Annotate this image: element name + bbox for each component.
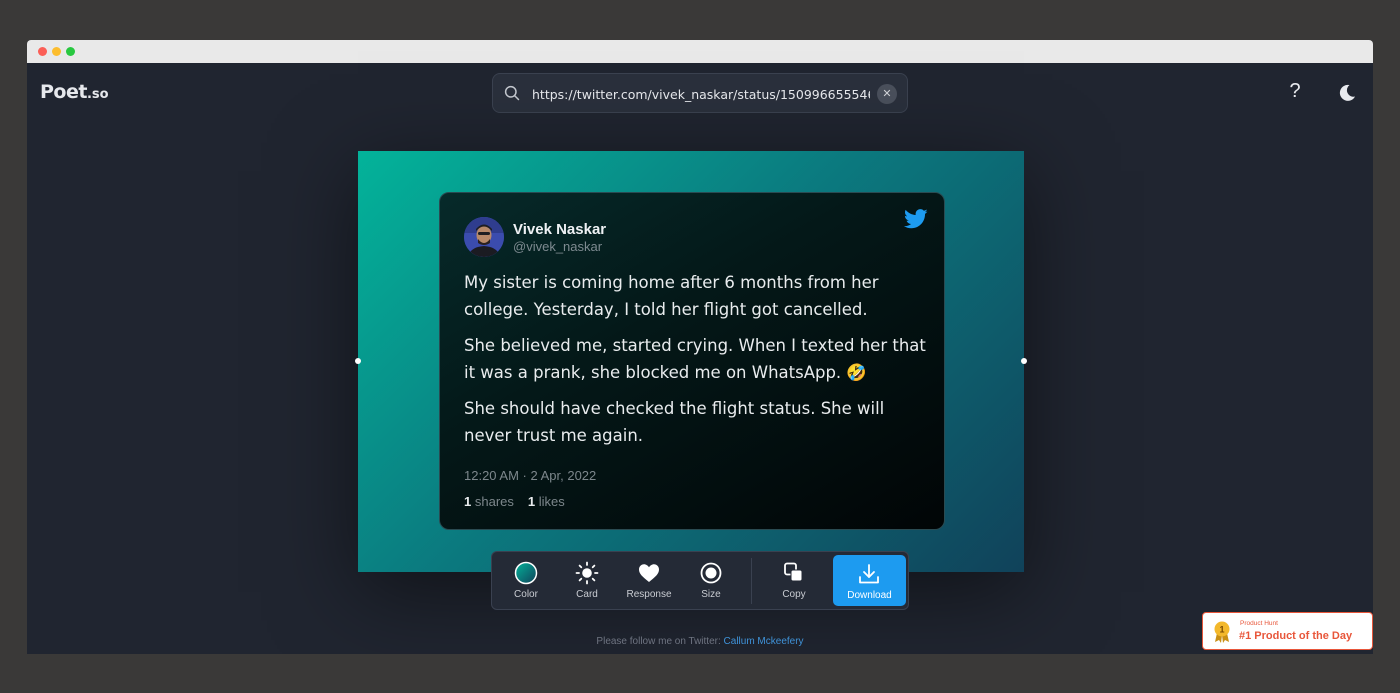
svg-text:1: 1 (1219, 625, 1224, 635)
size-button[interactable]: Size (680, 552, 742, 609)
search-icon (504, 85, 520, 101)
card-label: Card (576, 589, 598, 600)
copy-icon (784, 562, 803, 582)
minimize-window-button[interactable] (52, 47, 61, 56)
likes-label: likes (538, 494, 565, 509)
logo[interactable]: Poet.so (40, 81, 109, 103)
tweet-url-search: ✕ (492, 73, 908, 113)
shares-count: 1 (464, 494, 472, 509)
sun-icon (575, 561, 599, 585)
response-label: Response (626, 589, 672, 600)
card-button[interactable]: Card (556, 552, 618, 609)
color-icon (514, 561, 538, 585)
footer: Please follow me on Twitter: Callum Mcke… (27, 636, 1373, 647)
product-hunt-badge[interactable]: 1 Product Hunt #1 Product of the Day (1202, 612, 1373, 650)
copy-label: Copy (782, 589, 806, 600)
clear-icon[interactable]: ✕ (877, 84, 897, 104)
size-icon (700, 562, 722, 584)
tweet-body: My sister is coming home after 6 months … (464, 269, 934, 458)
close-window-button[interactable] (38, 47, 47, 56)
editor-toolbar: Color Card Response Size Copy Download (491, 551, 909, 610)
tweet-paragraph: She should have checked the flight statu… (464, 399, 885, 445)
likes-count: 1 (527, 494, 536, 509)
author-handle: @vivek_naskar (513, 239, 603, 254)
footer-twitter-link[interactable]: Callum Mckeefery (724, 636, 804, 647)
footer-text: Please follow me on Twitter: (596, 636, 724, 647)
twitter-bird-icon (904, 209, 928, 229)
download-button[interactable]: Download (833, 555, 906, 606)
tweet-card: Vivek Naskar @vivek_naskar My sister is … (439, 192, 945, 530)
shares-label: shares (474, 494, 514, 509)
product-hunt-award: #1 Product of the Day (1239, 630, 1353, 642)
tweet-timestamp: 12:20 AM · 2 Apr, 2022 (464, 468, 597, 483)
maximize-window-button[interactable] (66, 47, 75, 56)
color-label: Color (514, 589, 538, 600)
title-bar (27, 40, 1373, 63)
resize-handle-right[interactable] (1021, 358, 1027, 364)
author-name: Vivek Naskar (513, 221, 607, 238)
product-hunt-label: Product Hunt (1240, 620, 1278, 627)
tweet-stats: 1 shares 1 likes (464, 494, 565, 509)
toolbar-divider (751, 558, 752, 604)
resize-handle-left[interactable] (355, 358, 361, 364)
color-button[interactable]: Color (495, 552, 557, 609)
logo-main: Poet (40, 81, 87, 103)
avatar (464, 217, 504, 257)
download-label: Download (847, 590, 892, 601)
size-label: Size (701, 589, 721, 600)
response-button[interactable]: Response (618, 552, 680, 609)
moon-icon[interactable] (1337, 83, 1357, 103)
logo-suffix: .so (86, 87, 109, 102)
medal-icon: 1 (1214, 621, 1230, 643)
tweet-paragraph: She believed me, started crying. When I … (464, 336, 926, 382)
help-icon[interactable]: ? (1287, 80, 1303, 103)
search-input[interactable] (532, 83, 870, 105)
copy-button[interactable]: Copy (763, 552, 825, 609)
tweet-canvas: Vivek Naskar @vivek_naskar My sister is … (355, 151, 1027, 572)
tweet-paragraph: My sister is coming home after 6 months … (464, 273, 879, 319)
heart-icon (639, 564, 659, 582)
browser-window: Poet.so ✕ ? (27, 40, 1373, 654)
download-icon (859, 564, 879, 584)
